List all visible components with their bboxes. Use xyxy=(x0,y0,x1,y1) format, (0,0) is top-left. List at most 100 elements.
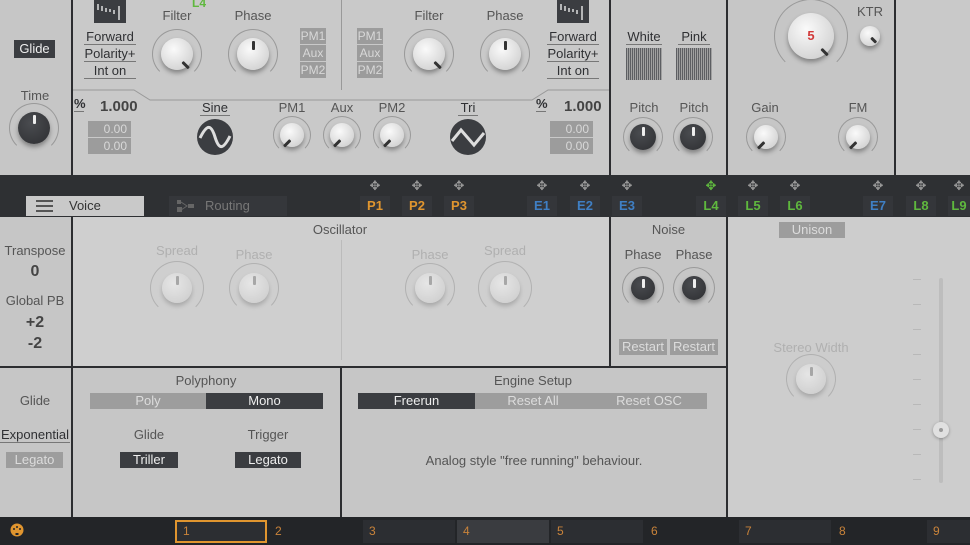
mod-source-l6[interactable]: L6 xyxy=(780,196,810,216)
ktr-knob[interactable] xyxy=(860,26,880,46)
reset-all-button[interactable]: Reset All xyxy=(475,393,591,409)
tab-routing[interactable]: Routing xyxy=(169,196,287,216)
slot-8[interactable]: 8 xyxy=(833,520,925,543)
move-arrows-icon[interactable]: ✥ xyxy=(788,178,802,194)
triangle-wave-icon[interactable] xyxy=(450,119,486,155)
move-arrows-icon[interactable]: ✥ xyxy=(746,178,760,194)
spread1-knob[interactable] xyxy=(150,261,204,315)
aux-tag[interactable]: Aux xyxy=(300,45,326,61)
int-select[interactable]: Int on xyxy=(547,63,599,79)
glide-mode-select[interactable]: Exponential xyxy=(0,427,70,443)
pm1-tag[interactable]: PM1 xyxy=(300,28,326,44)
polarity-select[interactable]: Polarity+ xyxy=(84,46,136,62)
mod-source-p2[interactable]: P2 xyxy=(402,196,432,216)
direction-graph-icon[interactable] xyxy=(557,0,589,23)
mod-source-e1[interactable]: E1 xyxy=(527,196,557,216)
osc1-filter-knob[interactable] xyxy=(152,29,202,79)
aux-knob[interactable] xyxy=(323,116,361,154)
glide-button[interactable]: Glide xyxy=(14,40,55,58)
unison-slider-handle[interactable] xyxy=(933,422,949,438)
mod-source-p1[interactable]: P1 xyxy=(360,196,390,216)
osc1-fine1[interactable]: 0.00 xyxy=(88,121,131,137)
pink-noise-icon[interactable] xyxy=(676,48,712,80)
osc2-fine1[interactable]: 0.00 xyxy=(550,121,593,137)
direction-select[interactable]: Forward xyxy=(84,29,136,45)
mono-button[interactable]: Mono xyxy=(206,393,323,409)
osc1-phase-knob[interactable] xyxy=(228,29,278,79)
pb-up-value[interactable]: +2 xyxy=(0,314,70,332)
noise-phase2-knob[interactable] xyxy=(673,267,715,309)
mod-source-l4[interactable]: L4 xyxy=(696,196,726,216)
gain-knob[interactable] xyxy=(746,117,786,157)
move-arrows-icon[interactable]: ✥ xyxy=(620,178,634,194)
time-knob[interactable] xyxy=(9,103,59,153)
mod-source-l5[interactable]: L5 xyxy=(738,196,768,216)
pink-pitch-knob[interactable] xyxy=(673,117,713,157)
move-arrows-icon[interactable]: ✥ xyxy=(535,178,549,194)
int-select[interactable]: Int on xyxy=(84,63,136,79)
osc2-ratio[interactable]: 1.000 xyxy=(564,98,602,115)
slot-7[interactable]: 7 xyxy=(739,520,831,543)
move-arrows-icon[interactable]: ✥ xyxy=(914,178,928,194)
move-arrows-icon[interactable]: ✥ xyxy=(704,178,718,194)
white-pitch-knob[interactable] xyxy=(623,117,663,157)
tab-voice[interactable]: Voice xyxy=(26,196,144,216)
slot-6[interactable]: 6 xyxy=(645,520,737,543)
mod-source-e3[interactable]: E3 xyxy=(612,196,642,216)
slot-9[interactable]: 9 xyxy=(927,520,970,543)
move-arrows-icon[interactable]: ✥ xyxy=(578,178,592,194)
percent-icon[interactable]: % xyxy=(74,96,86,112)
pink-noise-label[interactable]: Pink xyxy=(678,29,710,45)
cutoff-knob[interactable]: 5 xyxy=(774,0,848,73)
slot-4[interactable]: 4 xyxy=(457,520,549,543)
slot-5[interactable]: 5 xyxy=(551,520,643,543)
osc2-wave-select[interactable]: Tri xyxy=(458,100,478,116)
freerun-button[interactable]: Freerun xyxy=(358,393,475,409)
midi-icon[interactable] xyxy=(10,523,24,537)
mod-source-e7[interactable]: E7 xyxy=(863,196,893,216)
trigger-select[interactable]: Legato xyxy=(235,452,301,468)
reset-osc-button[interactable]: Reset OSC xyxy=(591,393,707,409)
osc2-phase-knob[interactable] xyxy=(480,29,530,79)
mod-source-p3[interactable]: P3 xyxy=(444,196,474,216)
slot-3[interactable]: 3 xyxy=(363,520,455,543)
pm2-tag[interactable]: PM2 xyxy=(357,62,383,78)
direction-select[interactable]: Forward xyxy=(547,29,599,45)
poly-button[interactable]: Poly xyxy=(90,393,206,409)
osc1-fine2[interactable]: 0.00 xyxy=(88,138,131,154)
sine-wave-icon[interactable] xyxy=(197,119,233,155)
phase1-knob[interactable] xyxy=(229,263,279,313)
osc2-fine2[interactable]: 0.00 xyxy=(550,138,593,154)
pb-down-value[interactable]: -2 xyxy=(0,335,70,353)
pm2-tag[interactable]: PM2 xyxy=(300,62,326,78)
slot-1[interactable]: 1 xyxy=(175,520,267,543)
slot-2[interactable]: 2 xyxy=(269,520,361,543)
move-arrows-icon[interactable]: ✥ xyxy=(952,178,966,194)
osc1-ratio[interactable]: 1.000 xyxy=(100,98,138,115)
glide-select[interactable]: Triller xyxy=(120,452,178,468)
move-arrows-icon[interactable]: ✥ xyxy=(410,178,424,194)
aux-tag[interactable]: Aux xyxy=(357,45,383,61)
unison-button[interactable]: Unison xyxy=(779,222,845,238)
mod-source-l9[interactable]: L9 xyxy=(948,196,970,216)
move-arrows-icon[interactable]: ✥ xyxy=(871,178,885,194)
mod-source-e2[interactable]: E2 xyxy=(570,196,600,216)
legato-button[interactable]: Legato xyxy=(6,452,63,468)
move-arrows-icon[interactable]: ✥ xyxy=(452,178,466,194)
polarity-select[interactable]: Polarity+ xyxy=(547,46,599,62)
move-arrows-icon[interactable]: ✥ xyxy=(368,178,382,194)
white-noise-icon[interactable] xyxy=(626,48,662,80)
unison-slider-track[interactable] xyxy=(939,278,943,483)
pm1-knob[interactable] xyxy=(273,116,311,154)
stereo-width-knob[interactable] xyxy=(786,354,836,404)
pm1-tag[interactable]: PM1 xyxy=(357,28,383,44)
phase2-knob[interactable] xyxy=(405,263,455,313)
white-noise-label[interactable]: White xyxy=(626,29,662,45)
restart-button[interactable]: Restart xyxy=(670,339,718,355)
mod-source-l8[interactable]: L8 xyxy=(906,196,936,216)
spread2-knob[interactable] xyxy=(478,261,532,315)
pm2-knob[interactable] xyxy=(373,116,411,154)
osc2-filter-knob[interactable] xyxy=(404,29,454,79)
noise-phase1-knob[interactable] xyxy=(622,267,664,309)
restart-button[interactable]: Restart xyxy=(619,339,667,355)
